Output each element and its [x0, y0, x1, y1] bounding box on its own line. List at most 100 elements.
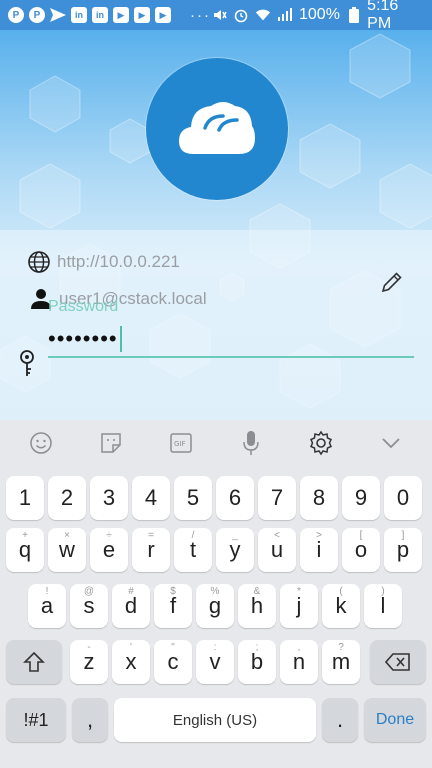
key-2[interactable]: 2 — [48, 476, 86, 520]
symbols-key[interactable]: !#1 — [6, 698, 66, 742]
login-background: http://10.0.0.221 user1@cstack.local — [0, 30, 432, 420]
collapse-keyboard-icon[interactable] — [375, 427, 407, 459]
key-hint: , — [297, 642, 301, 653]
key-hint: ] — [401, 530, 405, 541]
shift-icon — [23, 651, 45, 672]
key-hint: ( — [339, 586, 343, 597]
shift-key[interactable] — [6, 640, 62, 684]
pinterest-icon: P — [8, 7, 24, 23]
notification-icons: P P in in ▶ ▶ ▶ ··· — [8, 7, 211, 24]
key-hint: $ — [170, 586, 176, 597]
server-row[interactable]: http://10.0.0.221 — [27, 250, 180, 274]
done-key[interactable]: Done — [364, 698, 426, 742]
key-d[interactable]: # d — [112, 584, 150, 628]
signal-icon — [277, 7, 293, 23]
battery-percent: 100% — [299, 6, 340, 23]
space-key[interactable]: English (US) — [114, 698, 316, 742]
emoji-icon[interactable] — [25, 427, 57, 459]
key-hint: % — [210, 586, 220, 597]
cloud-icon — [179, 102, 255, 154]
key-5[interactable]: 5 — [174, 476, 212, 520]
key-t[interactable]: / t — [174, 528, 212, 572]
linkedin-icon: in — [92, 7, 108, 23]
key-g[interactable]: % g — [196, 584, 234, 628]
keyboard-toolbar: GIF — [0, 420, 432, 466]
key-hint: " — [171, 642, 175, 653]
password-label: Password — [48, 298, 119, 315]
youtube-icon: ▶ — [134, 7, 150, 23]
key-hint: & — [253, 586, 261, 597]
gif-icon[interactable]: GIF — [165, 427, 197, 459]
key-m[interactable]: ? m — [322, 640, 360, 684]
password-value: •••••••• — [48, 326, 118, 351]
key-e[interactable]: ÷ e — [90, 528, 128, 572]
key-u[interactable]: < u — [258, 528, 296, 572]
key-hint: > — [316, 530, 322, 541]
key-s[interactable]: @ s — [70, 584, 108, 628]
password-input[interactable]: •••••••• — [48, 322, 414, 358]
key-6[interactable]: 6 — [216, 476, 254, 520]
key-hint: / — [191, 530, 195, 541]
key-1[interactable]: 1 — [6, 476, 44, 520]
comma-key[interactable]: , — [72, 698, 108, 742]
key-hint: - — [87, 642, 91, 653]
key-hint: ; — [255, 642, 259, 653]
app-logo — [146, 58, 288, 200]
key-o[interactable]: [o — [342, 528, 380, 572]
system-icons: 100% 5:16 PM — [211, 0, 424, 33]
key-hint: ) — [381, 586, 385, 597]
clock: 5:16 PM — [367, 0, 399, 32]
battery-icon — [346, 7, 361, 23]
key-hint: × — [64, 530, 70, 541]
send-icon — [50, 7, 66, 23]
key-x[interactable]: ' x — [112, 640, 150, 684]
key-w[interactable]: × w — [48, 528, 86, 572]
key-9[interactable]: 9 — [342, 476, 380, 520]
key-hint: # — [128, 586, 134, 597]
svg-text:GIF: GIF — [174, 440, 186, 448]
key-4[interactable]: 4 — [132, 476, 170, 520]
key-l[interactable]: ) l — [364, 584, 402, 628]
key-hint: = — [148, 530, 154, 541]
backspace-key[interactable] — [370, 640, 426, 684]
mute-icon — [211, 7, 227, 23]
key-8[interactable]: 8 — [300, 476, 338, 520]
key-a[interactable]: ! a — [28, 584, 66, 628]
key-q[interactable]: + q — [6, 528, 44, 572]
key-k[interactable]: (k — [322, 584, 360, 628]
key-v[interactable]: :v — [196, 640, 234, 684]
edit-server-button[interactable] — [380, 270, 404, 294]
globe-icon — [28, 251, 50, 273]
wifi-icon — [255, 7, 271, 23]
key-y[interactable]: _ y — [216, 528, 254, 572]
key-hint: + — [22, 530, 28, 541]
sticker-icon[interactable] — [95, 427, 127, 459]
key-0[interactable]: 0 — [384, 476, 422, 520]
status-bar: P P in in ▶ ▶ ▶ ··· 100% 5:16 PM — [0, 0, 432, 33]
key-h[interactable]: & h — [238, 584, 276, 628]
key-3[interactable]: 3 — [90, 476, 128, 520]
settings-icon[interactable] — [305, 427, 337, 459]
key-n[interactable]: ,n — [280, 640, 318, 684]
server-url: http://10.0.0.221 — [57, 252, 180, 271]
key-r[interactable]: = r — [132, 528, 170, 572]
key-j[interactable]: * j — [280, 584, 318, 628]
key-i[interactable]: > i — [300, 528, 338, 572]
mic-icon[interactable] — [235, 427, 267, 459]
key-hint: @ — [83, 586, 95, 597]
key-7[interactable]: 7 — [258, 476, 296, 520]
key-z[interactable]: -z — [70, 640, 108, 684]
key-hint: _ — [232, 530, 238, 541]
more-notifications-icon: ··· — [190, 6, 211, 24]
key-b[interactable]: ; b — [238, 640, 276, 684]
period-key[interactable]: . — [322, 698, 358, 742]
key-f[interactable]: $ f — [154, 584, 192, 628]
key-hint: [ — [359, 530, 363, 541]
youtube-icon: ▶ — [155, 7, 171, 23]
soft-keyboard: GIF 1 2 3 4 5 6 7 8 9 0 + q × w ÷ e = r / t _… — [0, 420, 432, 768]
key-hint: * — [297, 586, 301, 597]
key-c[interactable]: " c — [154, 640, 192, 684]
text-cursor — [119, 326, 122, 352]
key-hint: < — [274, 530, 280, 541]
key-p[interactable]: ] p — [384, 528, 422, 572]
